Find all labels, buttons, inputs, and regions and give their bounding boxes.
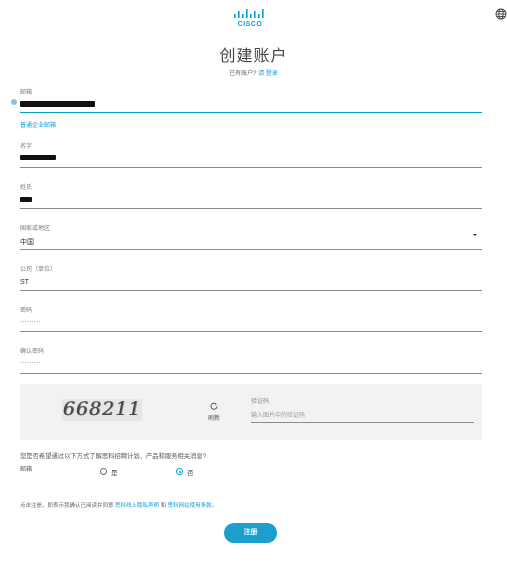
email-label: 邮箱	[20, 90, 33, 96]
captcha-image-text: 668211	[62, 399, 142, 420]
password-underline	[20, 331, 482, 332]
first-name-field[interactable]	[20, 155, 56, 160]
confirm-password-underline	[20, 373, 482, 374]
login-link[interactable]: 请 登录	[258, 71, 278, 77]
terms-link[interactable]: 思科网站使用条款	[168, 503, 212, 509]
terms-suffix: 。	[211, 503, 218, 509]
last-name-underline	[20, 208, 482, 209]
password-label: 密码	[20, 308, 33, 314]
radio-yes[interactable]	[100, 468, 107, 475]
captcha-underline	[251, 422, 474, 423]
chevron-down-icon[interactable]	[473, 234, 477, 236]
first-name-underline	[20, 167, 482, 168]
privacy-link[interactable]: 思科线上隐私声明	[115, 503, 159, 509]
confirm-password-label: 确认密码	[20, 349, 45, 355]
company-label: 公司（单位）	[20, 267, 57, 273]
country-label: 国家或地区	[20, 226, 51, 232]
country-underline	[20, 249, 482, 250]
company-field[interactable]: ST	[20, 279, 29, 286]
radio-no-label: 否	[187, 470, 194, 477]
have-account-text: 已有账户?	[229, 71, 257, 77]
email-field[interactable]	[20, 101, 95, 107]
captcha-label: 验证码	[251, 399, 270, 405]
alt-email-link[interactable]: 普通企业邮箱	[20, 120, 56, 129]
logo-text: CISCO	[237, 21, 263, 28]
last-name-label: 姓氏	[20, 185, 33, 191]
terms-text: 点击注册，即表示我确认已阅读并同意 思科线上隐私声明 和 思科网站使用条款。	[20, 501, 217, 509]
refresh-icon[interactable]	[210, 402, 218, 410]
last-name-field[interactable]	[20, 197, 32, 202]
email-underline	[20, 112, 482, 113]
page-title: 创建账户	[219, 48, 288, 65]
radio-yes-label: 是	[111, 470, 118, 477]
terms-prefix: 点击注册，即表示我确认已阅读并同意	[20, 503, 114, 509]
confirm-password-field[interactable]: ·········	[20, 360, 41, 366]
captcha-image: 668211	[62, 399, 142, 421]
globe-icon[interactable]	[495, 8, 507, 20]
marketing-channel-label: 邮箱	[20, 467, 33, 473]
cisco-logo[interactable]: CISCO	[233, 9, 267, 31]
password-field[interactable]: ·········	[20, 319, 41, 325]
radio-no[interactable]	[176, 468, 183, 475]
register-button[interactable]: 注册	[224, 523, 277, 543]
have-account-line: 已有账户? 请 登录	[0, 68, 507, 77]
marketing-question: 您是否希望通过以下方式了解思科招聘计划、产品和服务相关消息?	[20, 453, 207, 460]
refresh-button[interactable]: 刷新	[200, 413, 228, 422]
country-select[interactable]: 中国	[20, 237, 34, 247]
terms-conjunction: 和	[160, 503, 167, 509]
first-name-label: 名字	[20, 144, 33, 150]
cisco-bars-icon	[234, 9, 264, 18]
captcha-input[interactable]: 输入图片中的验证码	[251, 410, 305, 419]
focus-indicator	[11, 99, 17, 105]
company-underline	[20, 290, 482, 291]
